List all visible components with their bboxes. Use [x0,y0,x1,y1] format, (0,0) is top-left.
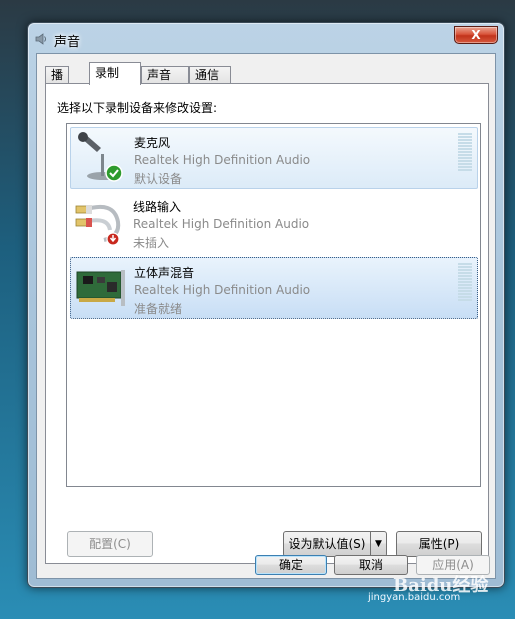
device-name: 立体声混音 [134,266,195,280]
set-default-label: 设为默认值(S) [288,537,366,551]
check-icon [105,164,123,182]
device-name: 麦克风 [134,136,171,150]
instruction-text: 选择以下录制设备来修改设置: [57,101,218,115]
configure-button[interactable]: 配置(C) [67,531,153,557]
tab-playback[interactable]: 播放 [45,66,70,98]
recording-panel: 选择以下录制设备来修改设置: 麦克风 Realtek High Definiti… [45,83,489,564]
level-meter [458,133,472,173]
tab-recording[interactable]: 录制 [89,62,141,85]
properties-button[interactable]: 属性(P) [396,531,482,557]
title-bar[interactable]: 声音 X [28,23,504,53]
dialog-client: 播放 录制 声音 通信 选择以下录制设备来修改设置: [36,53,496,579]
watermark-url: jingyan.baidu.com [368,592,461,603]
close-icon: X [471,28,481,42]
set-default-button[interactable]: 设为默认值(S) ▼ [283,531,387,557]
device-name: 线路输入 [133,200,182,214]
ok-button[interactable]: 确定 [255,555,327,575]
device-description: Realtek High Definition Audio [134,153,311,167]
device-microphone[interactable]: 麦克风 Realtek High Definition Audio 默认设备 [70,127,478,189]
sound-dialog: 声音 X 播放 录制 声音 通信 选择以下录制设备来修改设置: [27,22,505,588]
tab-communications[interactable]: 通信 [189,66,231,84]
device-status: 默认设备 [134,172,183,186]
speaker-icon [35,33,46,45]
sound-card-icon [76,270,125,306]
tab-sounds[interactable]: 声音 [141,66,189,84]
device-stereo-mix[interactable]: 立体声混音 Realtek High Definition Audio 准备就绪 [70,257,478,319]
device-description: Realtek High Definition Audio [133,217,310,231]
close-button[interactable]: X [454,26,498,44]
dropdown-arrow-icon[interactable]: ▼ [370,532,386,556]
unplugged-icon [106,232,120,246]
device-status: 准备就绪 [134,302,183,316]
device-description: Realtek High Definition Audio [134,283,311,297]
device-line-in[interactable]: 线路输入 Realtek High Definition Audio 未插入 [70,192,478,254]
device-status: 未插入 [133,236,170,250]
device-list[interactable]: 麦克风 Realtek High Definition Audio 默认设备 线… [66,123,481,487]
level-meter [458,263,472,303]
window-title: 声音 [54,35,81,50]
